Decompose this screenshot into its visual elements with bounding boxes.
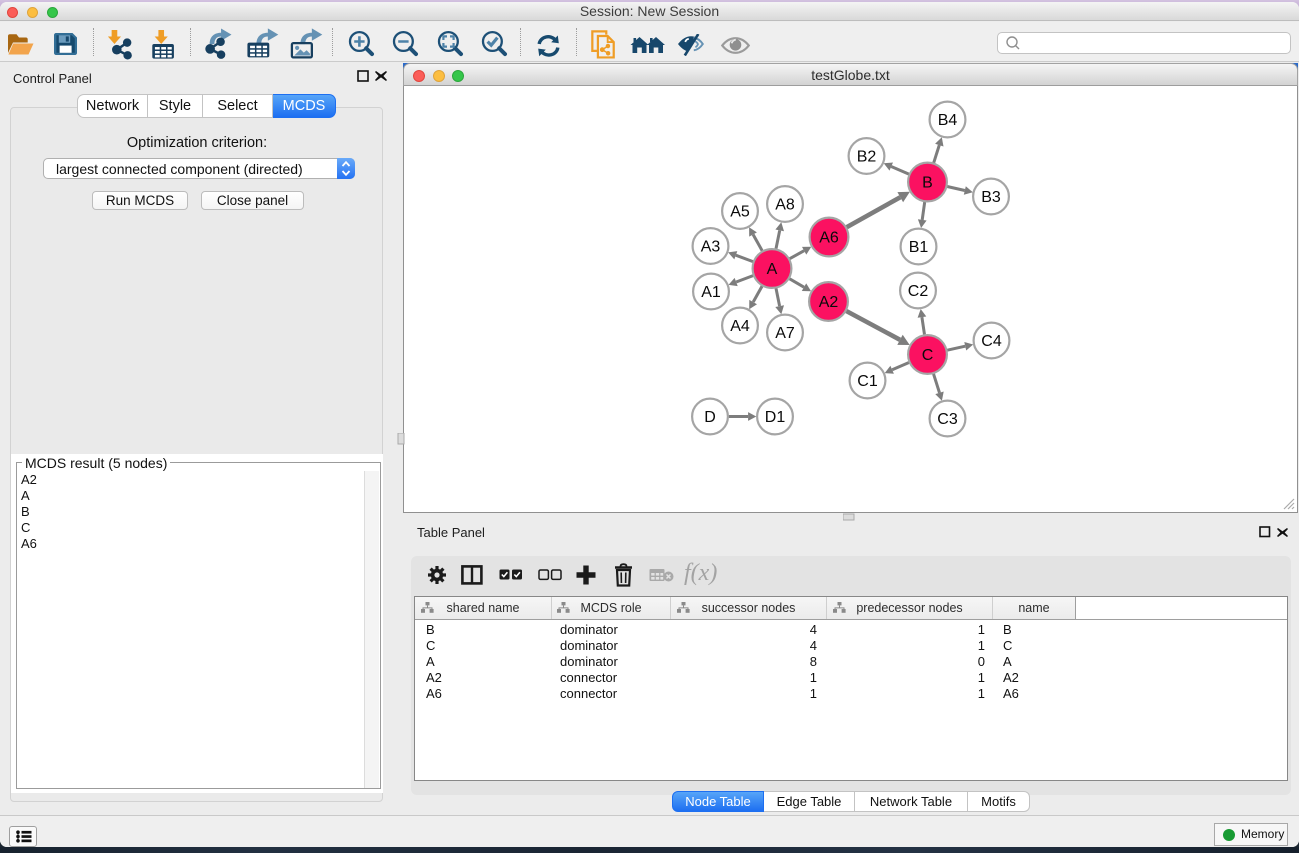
svg-text:A7: A7 [775,325,795,342]
svg-text:A2: A2 [819,294,839,311]
svg-text:C: C [922,347,934,364]
svg-text:C4: C4 [981,333,1002,350]
svg-text:A6: A6 [819,230,839,247]
svg-text:B: B [922,175,933,192]
svg-text:A1: A1 [701,284,721,301]
svg-text:A4: A4 [730,318,750,335]
svg-text:B3: B3 [981,189,1001,206]
svg-text:A5: A5 [730,204,750,221]
svg-text:B4: B4 [938,112,958,129]
svg-text:A3: A3 [701,239,721,256]
svg-text:C3: C3 [937,411,958,428]
svg-text:A8: A8 [775,197,795,214]
svg-text:C1: C1 [857,373,878,390]
svg-text:C2: C2 [908,283,929,300]
svg-text:D1: D1 [765,409,786,426]
svg-text:A: A [767,261,778,278]
svg-text:D: D [704,409,716,426]
svg-text:B2: B2 [857,149,877,166]
svg-text:B1: B1 [909,239,929,256]
